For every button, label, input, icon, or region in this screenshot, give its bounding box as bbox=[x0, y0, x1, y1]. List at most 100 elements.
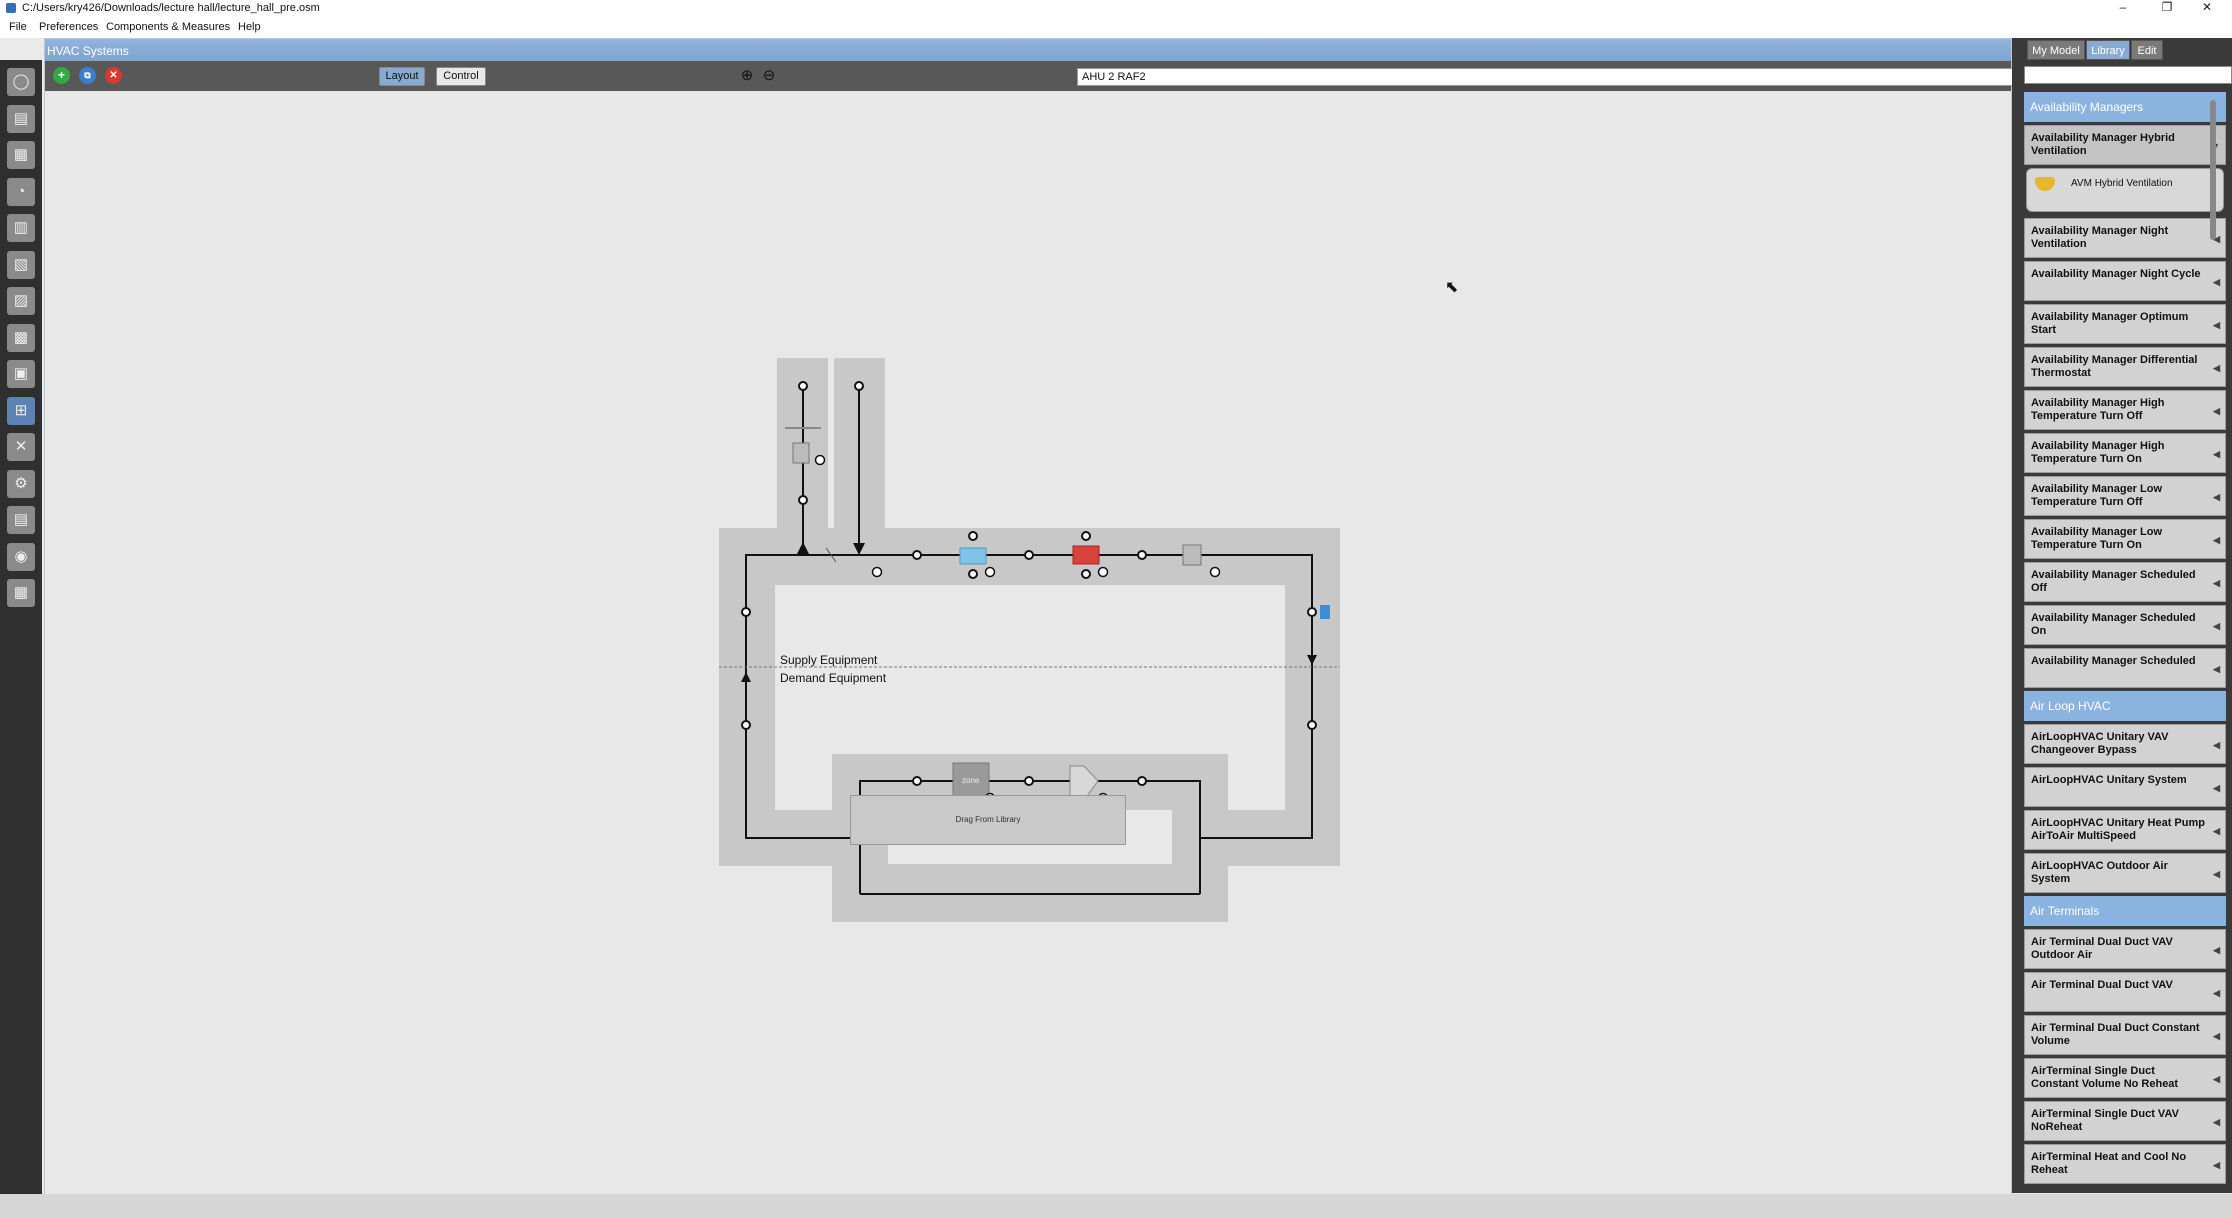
node bbox=[741, 607, 751, 617]
library-item[interactable]: Availability Manager Scheduled ◀ bbox=[2024, 648, 2226, 688]
library-item-label: Availability Manager Optimum Start bbox=[2031, 311, 2189, 336]
relief-fan-icon bbox=[792, 442, 810, 464]
chevron-left-icon: ◀ bbox=[2213, 1074, 2220, 1084]
simulation-settings-icon[interactable]: ⚙ bbox=[7, 469, 35, 498]
chevron-left-icon: ◀ bbox=[2213, 664, 2220, 674]
library-item[interactable]: Air Terminal Dual Duct VAV ◀ bbox=[2024, 972, 2226, 1012]
library-component[interactable]: AVM Hybrid Ventilation bbox=[2026, 168, 2224, 212]
zoom-in-icon[interactable]: ⊕ bbox=[737, 66, 757, 86]
loads-icon[interactable]: ◔ bbox=[7, 177, 35, 206]
schedules-icon[interactable]: ▤ bbox=[7, 104, 35, 133]
library-item-label: AirTerminal Single Duct VAV NoReheat bbox=[2031, 1108, 2179, 1133]
menu-file[interactable]: File bbox=[9, 21, 27, 33]
zone-label: zone bbox=[962, 776, 980, 785]
maximize-button[interactable]: ❐ bbox=[2154, 0, 2180, 16]
library-search-input[interactable] bbox=[2024, 66, 2232, 84]
library-item-label: Availability Manager Hybrid Ventilation bbox=[2031, 132, 2175, 157]
library-item[interactable]: AirLoopHVAC Outdoor Air System ◀ bbox=[2024, 853, 2226, 893]
geometry-icon[interactable]: ▧ bbox=[7, 250, 35, 279]
library-item[interactable]: Availability Manager Optimum Start ◀ bbox=[2024, 304, 2226, 344]
facility-icon[interactable]: ▨ bbox=[7, 287, 35, 315]
thermal-zones-icon[interactable]: ▣ bbox=[7, 360, 35, 388]
window-title: C:/Users/kry426/Downloads/lecture hall/l… bbox=[22, 2, 320, 14]
library-item[interactable]: AirTerminal Single Duct VAV NoReheat ◀ bbox=[2024, 1101, 2226, 1141]
cooling-coil-icon bbox=[959, 547, 987, 565]
remove-icon bbox=[1097, 566, 1109, 578]
menu-bar: File Preferences Components & Measures H… bbox=[0, 16, 2232, 38]
library-item-label: AirTerminal Heat and Cool No Reheat bbox=[2031, 1151, 2187, 1176]
remove-icon bbox=[1209, 566, 1221, 578]
tab-edit[interactable]: Edit bbox=[2131, 40, 2163, 60]
heating-coil-icon bbox=[1072, 545, 1100, 565]
library-item[interactable]: Air Terminal Dual Duct Constant Volume ◀ bbox=[2024, 1015, 2226, 1055]
library-item[interactable]: Availability Manager Scheduled On ◀ bbox=[2024, 605, 2226, 645]
hvac-systems-icon[interactable]: ⊞ bbox=[7, 396, 35, 425]
delete-loop-button[interactable]: ✕ bbox=[105, 67, 122, 84]
library-item[interactable]: Availability Manager Low Temperature Tur… bbox=[2024, 476, 2226, 516]
tab-my-model[interactable]: My Model bbox=[2027, 40, 2085, 60]
site-icon[interactable]: ◯ bbox=[7, 68, 35, 96]
category-air-terminals[interactable]: Air Terminals bbox=[2024, 896, 2226, 926]
chevron-left-icon: ◀ bbox=[2213, 449, 2220, 459]
node bbox=[854, 381, 864, 391]
chevron-left-icon: ◀ bbox=[2213, 1031, 2220, 1041]
close-window-button[interactable]: ✕ bbox=[2194, 0, 2220, 16]
category-availability-managers[interactable]: Availability Managers bbox=[2024, 92, 2226, 122]
library-item-label: Availability Manager Night Cycle bbox=[2031, 268, 2201, 280]
library-item[interactable]: Availability Manager Low Temperature Tur… bbox=[2024, 519, 2226, 559]
space-types-icon[interactable]: ▥ bbox=[7, 214, 35, 242]
library-item[interactable]: Air Terminal Dual Duct VAV Outdoor Air ◀ bbox=[2024, 929, 2226, 969]
library-item[interactable]: AirLoopHVAC Unitary Heat Pump AirToAir M… bbox=[2024, 810, 2226, 850]
category-air-loop-hvac[interactable]: Air Loop HVAC bbox=[2024, 691, 2226, 721]
library-item[interactable]: Availability Manager Scheduled Off ◀ bbox=[2024, 562, 2226, 602]
tab-library[interactable]: Library bbox=[2086, 40, 2130, 60]
library-item-label: AirTerminal Single Duct Constant Volume … bbox=[2031, 1065, 2179, 1090]
menu-components-measures[interactable]: Components & Measures bbox=[106, 21, 230, 33]
library-list: Availability Managers Availability Manag… bbox=[2024, 90, 2226, 1193]
library-item[interactable]: AirTerminal Single Duct Constant Volume … bbox=[2024, 1058, 2226, 1098]
library-item-label: Air Terminal Dual Duct Constant Volume bbox=[2031, 1022, 2200, 1047]
library-item[interactable]: AirLoopHVAC Unitary VAV Changeover Bypas… bbox=[2024, 724, 2226, 764]
library-item-label: Availability Manager High Temperature Tu… bbox=[2031, 397, 2165, 422]
library-item[interactable]: AirTerminal Heat and Cool No Reheat ◀ bbox=[2024, 1144, 2226, 1184]
node bbox=[741, 720, 751, 730]
chevron-left-icon: ◀ bbox=[2213, 320, 2220, 330]
library-scrollbar[interactable] bbox=[2210, 100, 2216, 240]
drag-from-library-dropzone[interactable]: Drag From Library bbox=[850, 795, 1126, 845]
library-item[interactable]: Availability Manager Differential Thermo… bbox=[2024, 347, 2226, 387]
add-loop-button[interactable]: + bbox=[53, 67, 70, 84]
library-item[interactable]: Availability Manager High Temperature Tu… bbox=[2024, 390, 2226, 430]
run-simulation-icon[interactable]: ◉ bbox=[7, 542, 35, 571]
library-item[interactable]: AirLoopHVAC Unitary System ◀ bbox=[2024, 767, 2226, 807]
library-item-label: Availability Manager Night Ventilation bbox=[2031, 225, 2169, 250]
minimize-button[interactable]: – bbox=[2110, 0, 2136, 16]
air-loop-selector[interactable]: AHU 2 RAF2 ▴▾ bbox=[1077, 68, 2049, 86]
panel-header: HVAC Systems bbox=[45, 39, 2011, 61]
library-item[interactable]: Availability Manager Hybrid Ventilation▼ bbox=[2024, 125, 2226, 165]
library-item[interactable]: Availability Manager Night Cycle ◀ bbox=[2024, 261, 2226, 301]
layout-tab[interactable]: Layout bbox=[379, 67, 425, 86]
copy-loop-button[interactable]: ⧉ bbox=[79, 67, 96, 84]
window-titlebar: C:/Users/kry426/Downloads/lecture hall/l… bbox=[0, 0, 2232, 16]
measures-icon[interactable]: ▤ bbox=[7, 506, 35, 534]
chevron-left-icon: ◀ bbox=[2213, 535, 2220, 545]
status-bar bbox=[0, 1194, 2232, 1218]
node bbox=[1137, 776, 1147, 786]
constructions-icon[interactable]: ▦ bbox=[7, 141, 35, 169]
library-item-label: Availability Manager Low Temperature Tur… bbox=[2031, 483, 2163, 508]
control-tab[interactable]: Control bbox=[436, 67, 486, 86]
node bbox=[1081, 569, 1091, 579]
spaces-icon[interactable]: ▩ bbox=[7, 323, 35, 352]
chevron-left-icon: ◀ bbox=[2213, 988, 2220, 998]
menu-help[interactable]: Help bbox=[238, 21, 261, 33]
menu-preferences[interactable]: Preferences bbox=[39, 21, 98, 33]
zoom-out-icon[interactable]: ⊖ bbox=[759, 66, 779, 86]
library-item[interactable]: Availability Manager High Temperature Tu… bbox=[2024, 433, 2226, 473]
chevron-left-icon: ◀ bbox=[2213, 826, 2220, 836]
node bbox=[1081, 531, 1091, 541]
results-icon[interactable]: ▦ bbox=[7, 579, 35, 607]
library-item[interactable]: Availability Manager Night Ventilation ◀ bbox=[2024, 218, 2226, 258]
output-variables-icon[interactable]: ✕ bbox=[7, 433, 35, 461]
node bbox=[1137, 550, 1147, 560]
chevron-left-icon: ◀ bbox=[2213, 869, 2220, 879]
